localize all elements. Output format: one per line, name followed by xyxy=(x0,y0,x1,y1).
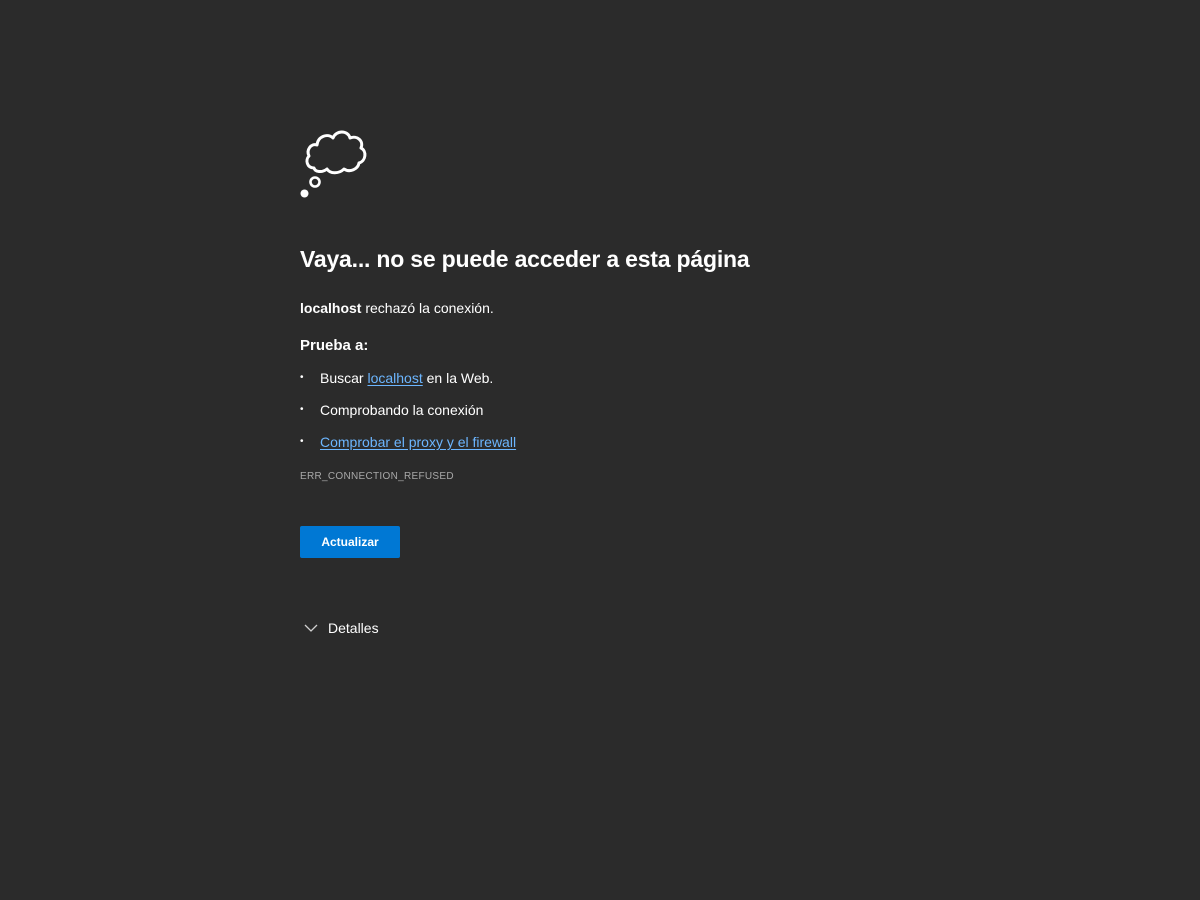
check-proxy-firewall-link[interactable]: Comprobar el proxy y el firewall xyxy=(320,434,516,450)
refresh-button[interactable]: Actualizar xyxy=(300,526,400,558)
thought-cloud-icon xyxy=(300,130,367,198)
host-name: localhost xyxy=(300,300,362,316)
try-heading: Prueba a: xyxy=(300,337,369,354)
bullet: • xyxy=(300,404,304,415)
search-localhost-link[interactable]: localhost xyxy=(367,370,422,386)
description-suffix: rechazó la conexión. xyxy=(361,300,494,316)
error-description: localhost rechazó la conexión. xyxy=(300,298,920,318)
bullet: • xyxy=(300,372,304,383)
bullet: • xyxy=(300,436,304,447)
error-code: ERR_CONNECTION_REFUSED xyxy=(300,471,454,482)
chevron-down-icon xyxy=(304,624,318,632)
search-prefix: Buscar xyxy=(320,370,368,386)
details-label: Detalles xyxy=(328,620,379,636)
error-content: Vaya... no se puede acceder a esta págin… xyxy=(300,124,920,638)
list-item: • Buscar localhost en la Web. xyxy=(300,368,920,388)
list-item: • Comprobando la conexión xyxy=(300,400,920,420)
list-item: • Comprobar el proxy y el firewall xyxy=(300,432,920,452)
details-toggle[interactable]: Detalles xyxy=(300,618,920,638)
check-connection-text: Comprobando la conexión xyxy=(320,402,484,418)
error-page: Vaya... no se puede acceder a esta págin… xyxy=(0,0,1200,900)
search-suffix: en la Web. xyxy=(422,370,494,386)
page-title: Vaya... no se puede acceder a esta págin… xyxy=(300,246,750,272)
suggestions-list: • Buscar localhost en la Web. • Comproba… xyxy=(300,368,920,452)
